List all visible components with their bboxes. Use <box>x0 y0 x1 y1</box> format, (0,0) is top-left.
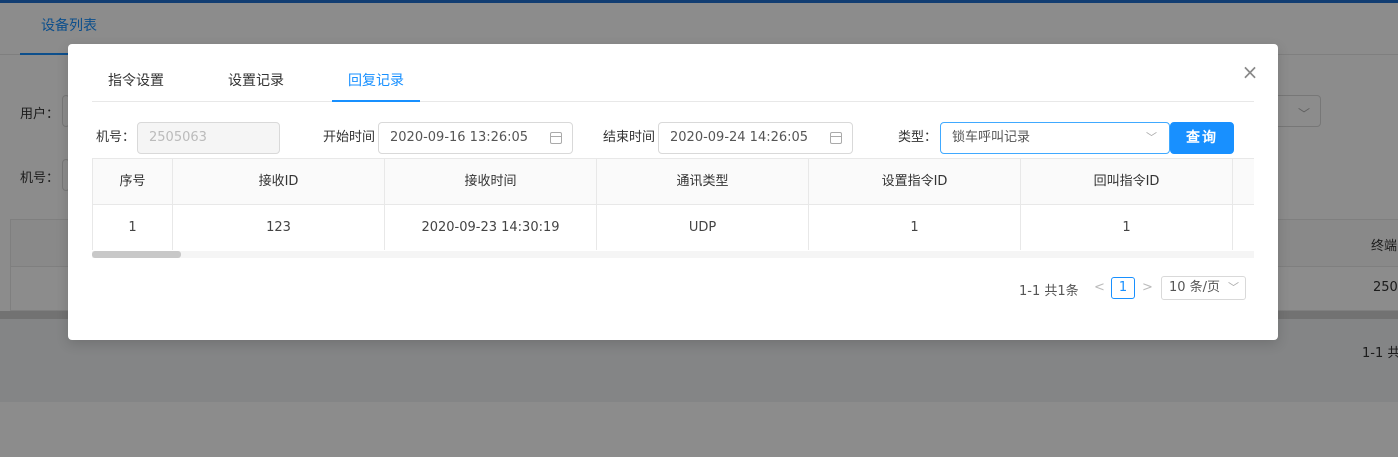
type-label: 类型： <box>898 130 938 145</box>
reply-records-modal: × 指令设置 设置记录 回复记录 机号： 2505063 开始时间 2020-0… <box>68 44 1278 340</box>
column-header-receive-id: 接收ID <box>173 159 385 204</box>
end-time-value: 2020-09-24 14:26:05 <box>670 130 809 145</box>
modal-tabs: 指令设置 设置记录 回复记录 <box>92 64 1254 102</box>
end-time-label: 结束时间 <box>603 130 656 145</box>
cell-receive-id: 123 <box>173 205 385 250</box>
reply-records-table: 序号 接收ID 接收时间 通讯类型 设置指令ID 回叫指令ID 1 123 20… <box>92 158 1254 250</box>
table-header-row: 序号 接收ID 接收时间 通讯类型 设置指令ID 回叫指令ID <box>92 159 1254 205</box>
start-time-value: 2020-09-16 13:26:05 <box>390 130 529 145</box>
cell-comm-type: UDP <box>597 205 809 250</box>
cell-extra <box>1233 205 1254 250</box>
pagination-page-1[interactable]: 1 <box>1111 277 1135 299</box>
tab-settings-records[interactable]: 设置记录 <box>212 64 300 102</box>
column-header-receive-time: 接收时间 <box>385 159 597 204</box>
start-time-label: 开始时间 <box>323 130 376 145</box>
column-header-set-command-id: 设置指令ID <box>809 159 1021 204</box>
chevron-down-icon: ﹀ <box>1228 281 1239 294</box>
column-header-comm-type: 通讯类型 <box>597 159 809 204</box>
type-select-value: 锁车呼叫记录 <box>952 130 1031 145</box>
table-horizontal-scrollbar[interactable] <box>92 251 1254 258</box>
cell-set-command-id: 1 <box>809 205 1021 250</box>
column-header-extra <box>1233 159 1254 204</box>
column-header-callback-command-id: 回叫指令ID <box>1021 159 1233 204</box>
page-size-select[interactable]: 10 条/页 ﹀ <box>1161 276 1246 300</box>
pagination-prev-icon[interactable]: < <box>1094 280 1105 295</box>
chevron-down-icon: ﹀ <box>1146 131 1157 144</box>
column-header-index: 序号 <box>92 159 173 204</box>
pagination-total: 1-1 共1条 <box>1019 284 1079 299</box>
start-time-picker[interactable]: 2020-09-16 13:26:05 <box>378 122 573 154</box>
calendar-icon <box>550 132 562 144</box>
scrollbar-thumb[interactable] <box>92 251 181 258</box>
type-select[interactable]: 锁车呼叫记录 ﹀ <box>940 122 1170 154</box>
machine-number-label: 机号： <box>96 130 136 145</box>
cell-index: 1 <box>92 205 173 250</box>
calendar-icon <box>830 132 842 144</box>
page-size-value: 10 条/页 <box>1169 280 1221 295</box>
tab-command-settings[interactable]: 指令设置 <box>92 64 180 102</box>
cell-callback-command-id: 1 <box>1021 205 1233 250</box>
pagination-next-icon[interactable]: > <box>1142 280 1153 295</box>
cell-receive-time: 2020-09-23 14:30:19 <box>385 205 597 250</box>
table-row: 1 123 2020-09-23 14:30:19 UDP 1 1 <box>92 205 1254 250</box>
query-button[interactable]: 查询 <box>1170 122 1234 154</box>
machine-number-input: 2505063 <box>137 122 280 154</box>
tab-reply-records[interactable]: 回复记录 <box>332 64 420 102</box>
end-time-picker[interactable]: 2020-09-24 14:26:05 <box>658 122 853 154</box>
